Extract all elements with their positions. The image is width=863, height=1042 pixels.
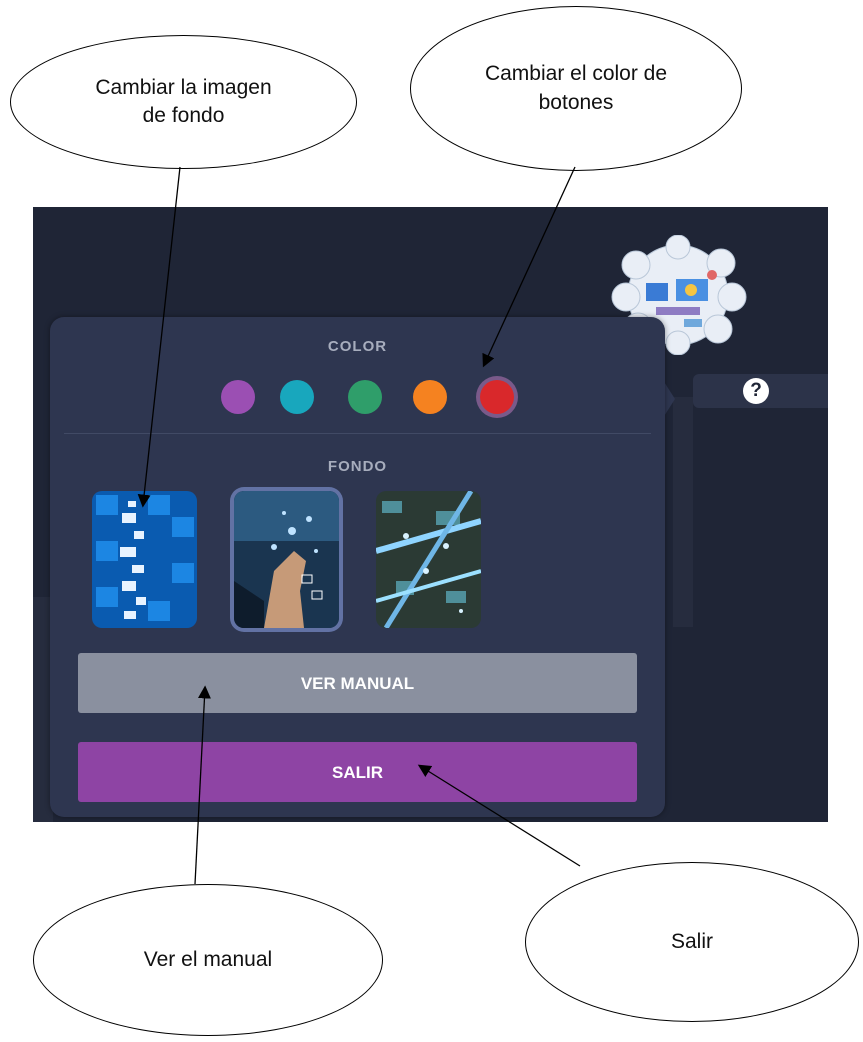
swatch-orange[interactable] bbox=[413, 380, 447, 414]
color-section-title: COLOR bbox=[327, 338, 388, 355]
background-thumb-circuit-board[interactable] bbox=[376, 491, 481, 628]
callout-change-background: Cambiar la imagen de fondo bbox=[10, 35, 357, 169]
background-panel bbox=[673, 397, 693, 627]
swatch-red[interactable] bbox=[480, 380, 514, 414]
app-screenshot: ? COLOR FONDO VER MANUAL SALIR bbox=[33, 207, 828, 822]
background-section-title: FONDO bbox=[327, 458, 388, 475]
swatch-teal[interactable] bbox=[280, 380, 314, 414]
view-manual-button[interactable]: VER MANUAL bbox=[78, 653, 637, 713]
question-icon[interactable]: ? bbox=[743, 378, 769, 404]
swatch-green[interactable] bbox=[348, 380, 382, 414]
exit-button[interactable]: SALIR bbox=[78, 742, 637, 802]
background-thumb-hand-touch[interactable] bbox=[234, 491, 339, 628]
callout-exit: Salir bbox=[525, 862, 859, 1022]
divider bbox=[64, 433, 651, 434]
background-thumb-blue-devices[interactable] bbox=[92, 491, 197, 628]
settings-panel: COLOR FONDO VER MANUAL SALIR bbox=[50, 317, 665, 817]
callout-change-button-color: Cambiar el color de botones bbox=[410, 6, 742, 171]
swatch-purple[interactable] bbox=[221, 380, 255, 414]
help-bar[interactable]: ? bbox=[693, 374, 828, 408]
callout-view-manual: Ver el manual bbox=[33, 884, 383, 1036]
